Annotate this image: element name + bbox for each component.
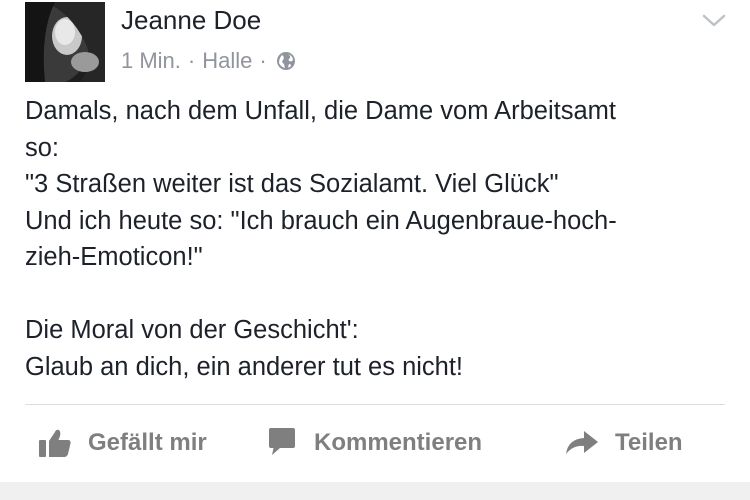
post-time[interactable]: 1 Min.	[121, 48, 181, 74]
post-bottom-border	[0, 482, 750, 500]
comment-label: Kommentieren	[314, 429, 483, 456]
share-label: Teilen	[615, 429, 683, 456]
share-button[interactable]: Teilen	[565, 418, 683, 468]
post-text-blank-line	[25, 276, 725, 313]
post-text: Damals, nach dem Unfall, die Dame vom Ar…	[25, 93, 725, 385]
globe-icon	[276, 51, 296, 71]
avatar[interactable]	[25, 2, 105, 82]
divider	[25, 404, 725, 405]
post-text-line: Die Moral von der Geschicht':	[25, 316, 359, 344]
post-text-line: "3 Straßen weiter ist das Sozialamt. Vie…	[25, 170, 559, 198]
author-name[interactable]: Jeanne Doe	[121, 5, 261, 36]
thumbs-up-icon	[38, 428, 72, 458]
comment-icon	[266, 427, 298, 459]
like-button[interactable]: Gefällt mir	[38, 418, 207, 468]
post-meta: 1 Min. · Halle ·	[121, 48, 296, 74]
comment-button[interactable]: Kommentieren	[266, 418, 482, 468]
post-text-line: so:	[25, 133, 60, 162]
meta-separator: ·	[187, 48, 196, 73]
share-arrow-icon	[565, 429, 599, 457]
action-bar: Gefällt mir Kommentieren Teilen	[0, 418, 750, 468]
post-location[interactable]: Halle	[202, 48, 252, 74]
post-text-line: Glaub an dich, ein anderer tut es nicht!	[25, 352, 464, 381]
post-text-line: Damals, nach dem Unfall, die Dame vom Ar…	[25, 97, 616, 125]
meta-separator: ·	[259, 48, 267, 73]
like-label: Gefällt mir	[88, 429, 207, 456]
chevron-down-icon[interactable]	[700, 10, 728, 32]
facebook-post: Jeanne Doe 1 Min. · Halle · Damals, nach…	[0, 0, 750, 500]
post-text-line: zieh-Emoticon!"	[25, 243, 203, 271]
post-text-line: Und ich heute so: "Ich brauch ein Augenb…	[25, 206, 617, 235]
